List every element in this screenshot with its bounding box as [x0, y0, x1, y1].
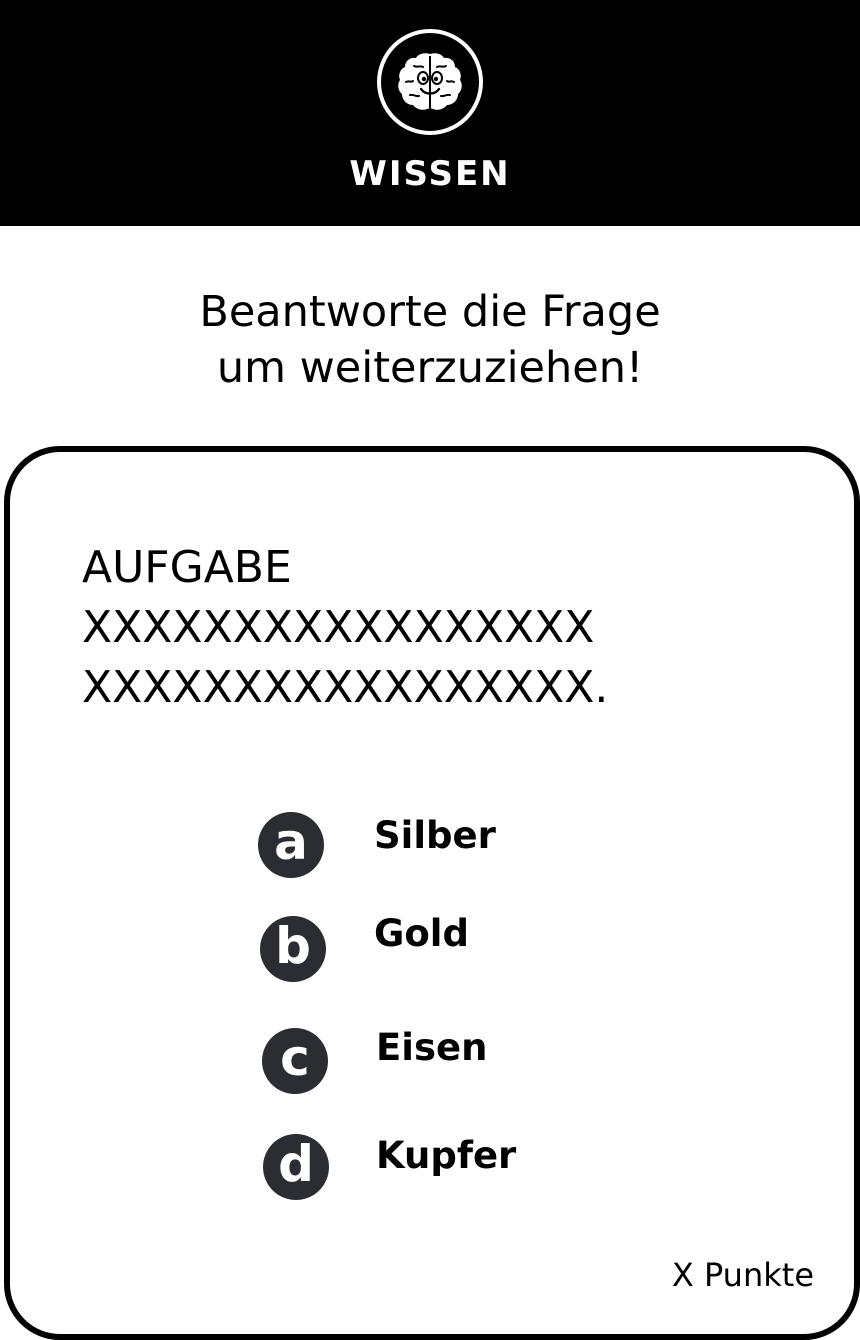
points-label: X Punkte [671, 1256, 814, 1294]
instruction-line-2: um weiterzuziehen! [216, 343, 644, 393]
category-title: WISSEN [349, 154, 511, 194]
instruction-line-1: Beantworte die Frage [199, 287, 661, 337]
answer-label-b: Gold [374, 912, 469, 955]
answer-label-a: Silber [374, 814, 496, 857]
answer-option-c[interactable]: c Eisen [262, 1026, 487, 1094]
category-header: WISSEN [0, 0, 860, 226]
answer-label-d: Kupfer [376, 1134, 517, 1177]
answer-badge-b: b [260, 916, 326, 982]
question-card: AUFGABE XXXXXXXXXXXXXXXXX XXXXXXXXXXXXXX… [4, 446, 860, 1340]
answer-label-c: Eisen [376, 1026, 488, 1069]
answer-badge-a: a [258, 812, 324, 878]
brain-mascot-icon [377, 29, 483, 135]
answer-badge-c: c [262, 1028, 328, 1094]
answer-option-a[interactable]: a Silber [258, 812, 496, 878]
answer-list: a Silber b Gold c Eisen d Kupfer [10, 452, 854, 1334]
answer-option-d[interactable]: d Kupfer [263, 1134, 516, 1200]
answer-option-b[interactable]: b Gold [260, 912, 469, 982]
instruction-text: Beantworte die Frage um weiterzuziehen! [0, 284, 860, 396]
answer-badge-d: d [263, 1134, 329, 1200]
